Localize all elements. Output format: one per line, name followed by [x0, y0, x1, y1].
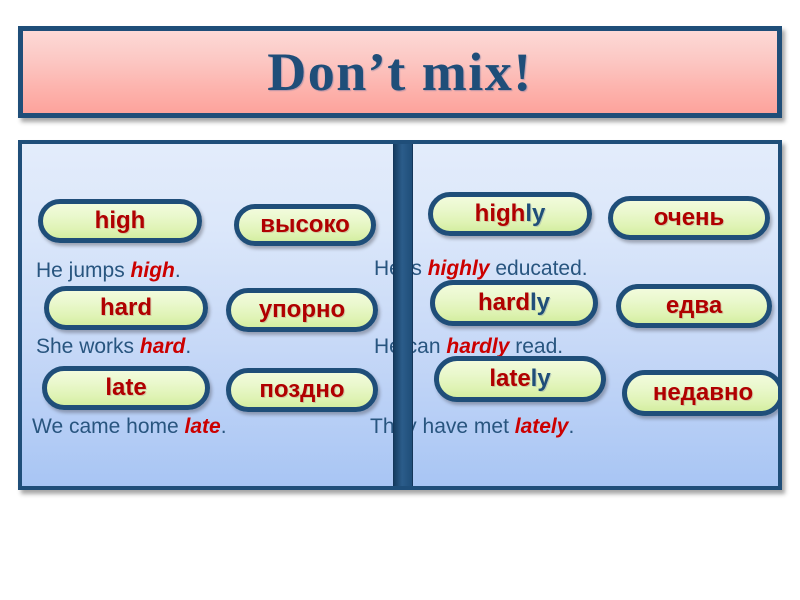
- pill-english-highly[interactable]: highly: [428, 192, 592, 236]
- sentence-after: read.: [509, 335, 564, 358]
- sentence-after: .: [185, 335, 192, 358]
- pill-suffix: ly: [530, 365, 551, 392]
- pill-label: едва: [665, 292, 723, 319]
- pill-label: высоко: [260, 211, 350, 238]
- sentence-before: We came home: [32, 415, 185, 438]
- pill-english-hardly[interactable]: hardly: [430, 280, 598, 326]
- pill-label: high: [95, 209, 146, 233]
- title-banner: Don’t mix!: [18, 26, 782, 118]
- pill-label: недавно: [652, 379, 754, 406]
- pill-root: hard: [477, 289, 530, 316]
- pill-label: очень: [653, 204, 725, 231]
- pill-russian-nedavno[interactable]: недавно: [622, 370, 778, 416]
- pill-suffix: ly: [525, 200, 546, 227]
- sentence-keyword: highly: [427, 257, 490, 280]
- pill-english-high[interactable]: high: [38, 199, 202, 243]
- pill-label: упорно: [258, 296, 346, 323]
- sentence-keyword: hardly: [446, 335, 510, 358]
- pill-english-lately[interactable]: lately: [434, 356, 606, 402]
- pill-label: lately: [489, 367, 550, 391]
- pill-russian-pozdno[interactable]: поздно: [226, 368, 378, 412]
- sentence-left-3: We came home late.: [32, 416, 227, 437]
- pill-label: hardly: [478, 291, 550, 315]
- page-title: Don’t mix!: [267, 42, 533, 102]
- sentence-left-2: She works hard.: [36, 336, 191, 357]
- pill-russian-ochen[interactable]: очень: [608, 196, 770, 240]
- pill-suffix: ly: [530, 289, 551, 316]
- slide-root: Don’t mix! high высоко He jumps high. ha…: [0, 0, 800, 600]
- sentence-after: .: [568, 415, 575, 438]
- pill-root: high: [474, 200, 526, 227]
- pill-russian-edva[interactable]: едва: [616, 284, 772, 328]
- sentence-keyword: late: [184, 415, 221, 438]
- pill-root: late: [489, 365, 531, 392]
- pill-root: hard: [99, 294, 152, 321]
- pill-root: high: [94, 207, 146, 234]
- pill-english-hard[interactable]: hard: [44, 286, 208, 330]
- pill-russian-vysoko[interactable]: высоко: [234, 204, 376, 246]
- pill-root: late: [105, 374, 147, 401]
- sentence-keyword: high: [130, 259, 175, 282]
- sentence-keyword: lately: [514, 415, 569, 438]
- sentence-before: He jumps: [36, 259, 131, 282]
- pill-label: highly: [475, 202, 546, 226]
- column-divider: [393, 144, 413, 486]
- sentence-after: .: [174, 259, 181, 282]
- sentence-before: They have met: [370, 415, 515, 438]
- pill-label: late: [105, 376, 146, 400]
- sentence-left-1: He jumps high.: [36, 260, 181, 281]
- sentence-after: educated.: [489, 257, 588, 280]
- pill-label: hard: [100, 296, 152, 320]
- content-panel: high высоко He jumps high. hard упорно S…: [18, 140, 782, 490]
- pill-label: поздно: [259, 376, 345, 403]
- pill-english-late[interactable]: late: [42, 366, 210, 410]
- sentence-before: She works: [36, 335, 140, 358]
- pill-russian-uporno[interactable]: упорно: [226, 288, 378, 332]
- sentence-after: .: [220, 415, 227, 438]
- sentence-keyword: hard: [139, 335, 186, 358]
